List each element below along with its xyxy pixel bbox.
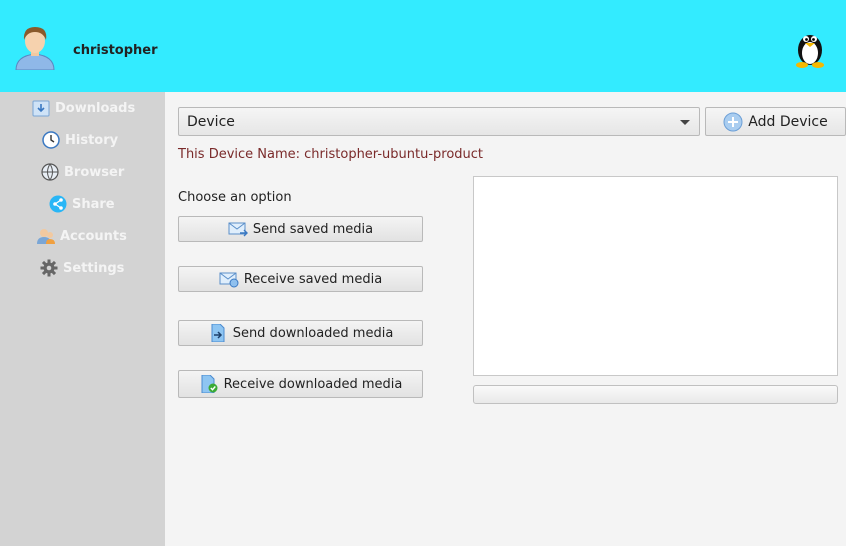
header-bar: christopher (0, 0, 846, 92)
choose-option-label: Choose an option (178, 190, 292, 205)
transfer-log-area[interactable] (473, 176, 838, 376)
receive-downloaded-media-button[interactable]: Receive downloaded media (178, 370, 423, 398)
sidebar-item-share[interactable]: Share (49, 195, 115, 213)
device-select-value: Device (187, 113, 235, 130)
chevron-down-icon (680, 120, 690, 125)
globe-icon (41, 163, 59, 181)
sidebar-item-label: Settings (63, 260, 125, 276)
sidebar-item-label: Accounts (60, 228, 127, 244)
sidebar-item-settings[interactable]: Settings (40, 259, 124, 277)
sidebar-item-label: Downloads (55, 100, 136, 116)
sidebar-item-browser[interactable]: Browser (41, 163, 124, 181)
transfer-progress-bar (473, 385, 838, 404)
add-device-label: Add Device (748, 113, 828, 130)
sidebar-item-downloads[interactable]: Downloads (32, 99, 135, 117)
file-send-icon (211, 324, 225, 342)
sidebar-item-label: Browser (64, 164, 125, 180)
file-received-icon (201, 375, 218, 393)
username-label: christopher (73, 43, 158, 58)
main-panel: Device Add Device This Device Name: chri… (165, 92, 846, 546)
sidebar: Downloads History Browser Share Accounts (0, 92, 165, 546)
sidebar-item-label: History (65, 132, 119, 148)
share-icon (49, 195, 67, 213)
user-avatar-icon (15, 27, 55, 70)
button-label: Receive downloaded media (223, 376, 403, 392)
button-label: Send downloaded media (232, 325, 394, 341)
button-label: Receive saved media (243, 271, 383, 287)
receive-saved-media-button[interactable]: Receive saved media (178, 266, 423, 292)
sidebar-item-label: Share (72, 196, 115, 212)
device-name-text: This Device Name: christopher-ubuntu-pro… (178, 147, 484, 162)
sidebar-item-accounts[interactable]: Accounts (37, 227, 127, 245)
send-downloaded-media-button[interactable]: Send downloaded media (178, 320, 423, 346)
clock-icon (42, 131, 60, 149)
mail-receive-icon (219, 272, 239, 288)
plus-circle-icon (723, 112, 743, 131)
linux-tux-icon (796, 35, 824, 68)
mail-send-icon (228, 222, 248, 237)
button-label: Send saved media (252, 221, 374, 237)
send-saved-media-button[interactable]: Send saved media (178, 216, 423, 242)
sidebar-item-history[interactable]: History (42, 131, 118, 149)
add-device-button[interactable]: Add Device (705, 107, 846, 136)
accounts-icon (37, 229, 55, 244)
device-select[interactable]: Device (178, 107, 700, 136)
gear-icon (40, 259, 58, 277)
downloads-icon (32, 100, 50, 117)
